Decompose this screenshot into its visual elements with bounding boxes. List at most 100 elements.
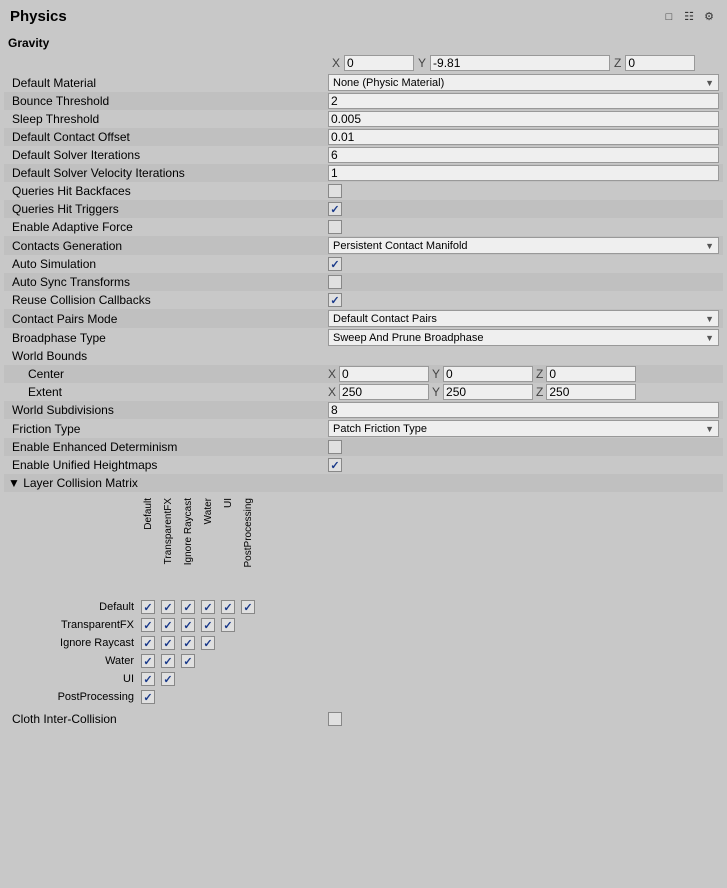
- gravity-x-input[interactable]: [344, 55, 414, 71]
- cb-ir-default[interactable]: [138, 636, 158, 650]
- field-value-11: [328, 275, 719, 289]
- field-value-3: [328, 129, 719, 145]
- cb-default-default[interactable]: [138, 600, 158, 614]
- cb-tfx-ir[interactable]: [178, 618, 198, 632]
- cb-ir-ir[interactable]: [178, 636, 198, 650]
- cloth-inter-collision-checkbox[interactable]: [328, 712, 342, 726]
- field-value-7: [328, 202, 719, 216]
- field-row-0: Default MaterialNone (Physic Material)▼: [4, 73, 723, 92]
- matrix-section: Default TransparentFX Ignore Raycast Wat…: [4, 492, 723, 710]
- col-postprocessing: PostProcessing: [238, 496, 258, 596]
- field-input-4[interactable]: [328, 147, 719, 163]
- field-checkbox-6[interactable]: [328, 184, 342, 198]
- field-input-2[interactable]: [328, 111, 719, 127]
- friction-type-row: Friction Type Patch Friction Type ▼: [4, 419, 723, 438]
- cb-tfx-ui[interactable]: [218, 618, 238, 632]
- cloth-inter-collision-row: Cloth Inter-Collision: [4, 710, 723, 728]
- field-row-3: Default Contact Offset: [4, 128, 723, 146]
- field-checkbox-11[interactable]: [328, 275, 342, 289]
- field-dropdown-13[interactable]: Default Contact Pairs▼: [328, 310, 719, 327]
- field-label-4: Default Solver Iterations: [8, 148, 328, 162]
- center-z-input[interactable]: [546, 366, 636, 382]
- gravity-z-input[interactable]: [625, 55, 695, 71]
- field-label-8: Enable Adaptive Force: [8, 220, 328, 234]
- dropdown-arrow-14: ▼: [705, 333, 714, 343]
- cb-default-ir[interactable]: [178, 600, 198, 614]
- field-label-10: Auto Simulation: [8, 257, 328, 271]
- field-label-13: Contact Pairs Mode: [8, 312, 328, 326]
- cloth-inter-collision-label: Cloth Inter-Collision: [8, 712, 328, 726]
- cb-tfx-tfx[interactable]: [158, 618, 178, 632]
- enhanced-determinism-cb-area: [328, 440, 342, 454]
- cb-water-default[interactable]: [138, 654, 158, 668]
- field-label-14: Broadphase Type: [8, 331, 328, 345]
- friction-type-label: Friction Type: [8, 422, 328, 436]
- field-dropdown-14[interactable]: Sweep And Prune Broadphase▼: [328, 329, 719, 346]
- cb-tfx-water[interactable]: [198, 618, 218, 632]
- field-dropdown-0[interactable]: None (Physic Material)▼: [328, 74, 719, 91]
- center-y-input[interactable]: [443, 366, 533, 382]
- field-row-2: Sleep Threshold: [4, 110, 723, 128]
- field-label-11: Auto Sync Transforms: [8, 275, 328, 289]
- center-x-input[interactable]: [339, 366, 429, 382]
- extent-xyz: X Y Z: [328, 384, 719, 400]
- cb-water-tfx[interactable]: [158, 654, 178, 668]
- field-input-1[interactable]: [328, 93, 719, 109]
- cb-ir-water[interactable]: [198, 636, 218, 650]
- field-row-1: Bounce Threshold: [4, 92, 723, 110]
- cb-ir-tfx[interactable]: [158, 636, 178, 650]
- field-value-5: [328, 165, 719, 181]
- enhanced-determinism-value: [328, 440, 719, 454]
- extent-y-input[interactable]: [443, 384, 533, 400]
- extent-z-input[interactable]: [546, 384, 636, 400]
- field-checkbox-10[interactable]: [328, 257, 342, 271]
- field-value-8: [328, 220, 719, 234]
- field-value-2: [328, 111, 719, 127]
- field-checkbox-8[interactable]: [328, 220, 342, 234]
- header-icons: □ ☷ ⚙: [661, 9, 717, 25]
- matrix-row-label-water: Water: [8, 655, 138, 667]
- gravity-y-input[interactable]: [430, 55, 610, 71]
- extent-label: Extent: [8, 385, 328, 399]
- cb-water-ir[interactable]: [178, 654, 198, 668]
- matrix-row-label-pp: PostProcessing: [8, 691, 138, 703]
- field-label-3: Default Contact Offset: [8, 130, 328, 144]
- cb-ui-default[interactable]: [138, 672, 158, 686]
- field-value-4: [328, 147, 719, 163]
- ey-label: Y: [432, 385, 440, 399]
- extent-x-input[interactable]: [339, 384, 429, 400]
- field-label-7: Queries Hit Triggers: [8, 202, 328, 216]
- cz-label: Z: [536, 367, 543, 381]
- gravity-y-label: Y: [418, 56, 426, 70]
- matrix-col-headers: Default TransparentFX Ignore Raycast Wat…: [8, 496, 719, 596]
- cb-default-water[interactable]: [198, 600, 218, 614]
- cb-pp-default[interactable]: [138, 690, 158, 704]
- friction-type-dropdown[interactable]: Patch Friction Type ▼: [328, 420, 719, 437]
- field-checkbox-7[interactable]: [328, 202, 342, 216]
- matrix-row-label-default: Default: [8, 601, 138, 613]
- cb-ui-tfx[interactable]: [158, 672, 178, 686]
- field-label-12: Reuse Collision Callbacks: [8, 293, 328, 307]
- world-subdivisions-input[interactable]: [328, 402, 719, 418]
- field-label-1: Bounce Threshold: [8, 94, 328, 108]
- cb-default-ui[interactable]: [218, 600, 238, 614]
- field-row-14: Broadphase TypeSweep And Prune Broadphas…: [4, 328, 723, 347]
- gear-icon[interactable]: ⚙: [701, 9, 717, 25]
- field-input-3[interactable]: [328, 129, 719, 145]
- enhanced-determinism-label: Enable Enhanced Determinism: [8, 440, 328, 454]
- enhanced-determinism-checkbox[interactable]: [328, 440, 342, 454]
- field-label-6: Queries Hit Backfaces: [8, 184, 328, 198]
- cb-tfx-default[interactable]: [138, 618, 158, 632]
- unified-heightmaps-checkbox[interactable]: [328, 458, 342, 472]
- col-default: Default: [138, 496, 158, 596]
- settings-icon[interactable]: ☷: [681, 9, 697, 25]
- field-input-5[interactable]: [328, 165, 719, 181]
- field-checkbox-12[interactable]: [328, 293, 342, 307]
- cx-label: X: [328, 367, 336, 381]
- page-icon[interactable]: □: [661, 9, 677, 25]
- cb-default-pp[interactable]: [238, 600, 258, 614]
- cb-default-tfx[interactable]: [158, 600, 178, 614]
- col-transparentfx: TransparentFX: [158, 496, 178, 596]
- dropdown-arrow-9: ▼: [705, 241, 714, 251]
- field-dropdown-9[interactable]: Persistent Contact Manifold▼: [328, 237, 719, 254]
